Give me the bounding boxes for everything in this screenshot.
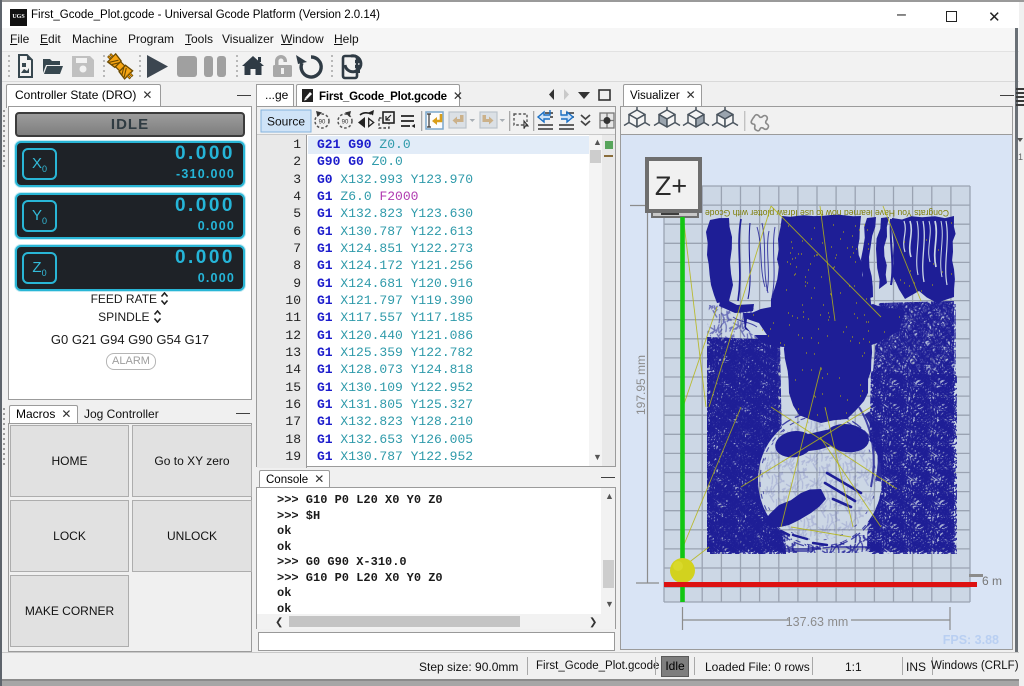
- svg-text:Z+: Z+: [655, 171, 687, 201]
- svg-text:197.95 mm: 197.95 mm: [634, 355, 648, 415]
- svg-text:1: 1: [1018, 152, 1023, 162]
- svg-text:FPS: 3.88: FPS: 3.88: [943, 633, 999, 647]
- svg-text:137.63 mm: 137.63 mm: [786, 615, 849, 629]
- svg-text:Source: Source: [267, 115, 305, 129]
- svg-text:90: 90: [342, 120, 349, 126]
- svg-text:90: 90: [319, 120, 326, 126]
- svg-text:6 m: 6 m: [982, 574, 1002, 588]
